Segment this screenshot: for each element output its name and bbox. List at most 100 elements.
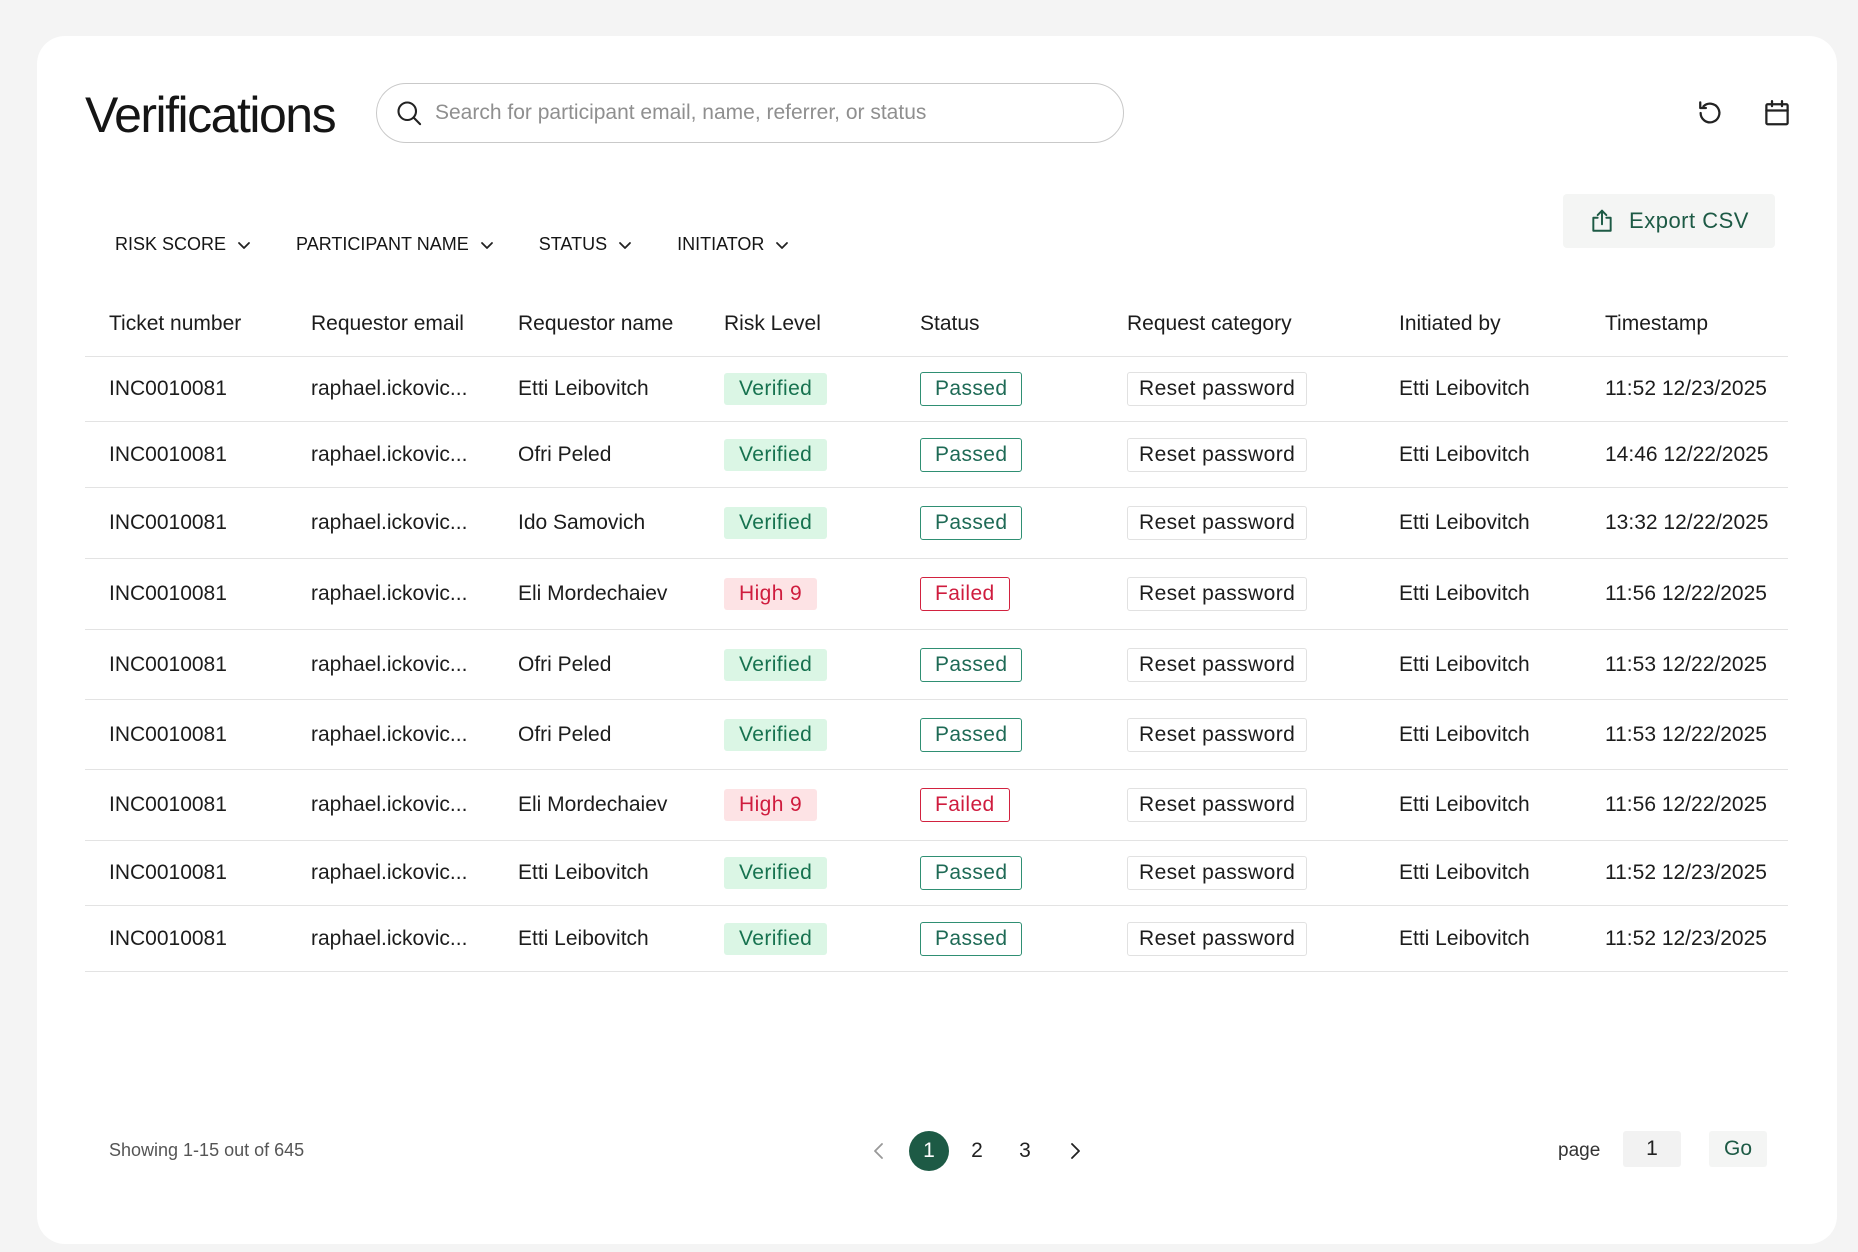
request-category-badge: Reset password [1127, 437, 1308, 472]
request-category-cell: Reset password [1127, 372, 1399, 406]
column-header-initiated-by[interactable]: Initiated by [1399, 312, 1605, 336]
calendar-button[interactable] [1758, 94, 1796, 132]
filter-label: RISK SCORE [115, 234, 227, 254]
search-box[interactable] [376, 83, 1124, 143]
ticket-number: INC0010081 [109, 652, 227, 676]
risk-level-cell: High 9 [724, 578, 920, 610]
column-header-risk-level[interactable]: Risk Level [724, 312, 920, 336]
page-2-button[interactable]: 2 [957, 1131, 997, 1171]
requestor-email: raphael.ickovic... [311, 511, 468, 534]
filter-label: STATUS [538, 234, 608, 254]
column-header-requestor-name[interactable]: Requestor name [518, 312, 724, 336]
filter-status[interactable]: STATUS [539, 234, 633, 255]
initiated-by: Etti Leibovitch [1399, 926, 1530, 950]
chevron-right-icon[interactable] [1063, 1139, 1087, 1163]
column-header-ticket-number[interactable]: Ticket number [85, 312, 311, 336]
request-category-cell: Reset password [1127, 921, 1399, 956]
timestamp: 11:52 12/23/2025 [1605, 861, 1767, 884]
filter-bar: RISK SCORE PARTICIPANT NAME STATUS INITI… [115, 234, 834, 255]
risk-level-cell: Verified [724, 507, 920, 539]
table-row[interactable]: INC0010081 raphael.ickovic... Etti Leibovi… [85, 357, 1788, 422]
status-cell: Passed [920, 437, 1127, 472]
table-row[interactable]: INC0010081 raphael.ickovic... Ofri Peled Ve… [85, 630, 1788, 700]
status-cell: Failed [920, 788, 1127, 822]
initiated-by: Etti Leibovitch [1399, 793, 1530, 816]
column-header-status[interactable]: Status [920, 312, 1127, 336]
requestor-name: Ofri Peled [518, 722, 612, 746]
export-csv-label: Export CSV [1629, 208, 1749, 233]
request-category-badge: Reset password [1127, 856, 1308, 890]
risk-level-cell: Verified [724, 922, 920, 955]
requestor-name: Etti Leibovitch [518, 377, 649, 400]
table-row[interactable]: INC0010081 raphael.ickovic... Eli Mordecha… [85, 559, 1788, 630]
requestor-email: raphael.ickovic... [311, 652, 468, 676]
search-icon [397, 101, 422, 126]
ticket-number: INC0010081 [109, 511, 227, 534]
page-number-input[interactable] [1623, 1131, 1681, 1167]
timestamp: 11:52 12/23/2025 [1605, 377, 1767, 400]
table-row[interactable]: INC0010081 raphael.ickovic... Ofri Peled Ve… [85, 700, 1788, 770]
table-row[interactable]: INC0010081 raphael.ickovic... Etti Leibovi… [85, 841, 1788, 906]
risk-level-cell: Verified [724, 373, 920, 405]
timestamp: 11:52 12/23/2025 [1605, 926, 1767, 950]
status-badge: Passed [920, 372, 1023, 406]
results-count: Showing 1-15 out of 645 [109, 1140, 305, 1160]
request-category-badge: Reset password [1127, 577, 1308, 611]
requestor-email: raphael.ickovic... [311, 582, 468, 605]
column-header-requestor-email[interactable]: Requestor email [311, 312, 518, 336]
requestor-name: Etti Leibovitch [518, 926, 649, 950]
filter-risk-score[interactable]: RISK SCORE [115, 234, 252, 255]
table-row[interactable]: INC0010081 raphael.ickovic... Eli Mordecha… [85, 770, 1788, 841]
pagination: 1 2 3 [867, 1126, 1087, 1176]
status-badge: Passed [920, 717, 1023, 752]
refresh-button[interactable] [1691, 94, 1729, 132]
risk-level-badge: High 9 [724, 578, 818, 610]
risk-level-cell: Verified [724, 857, 920, 889]
table-row[interactable]: INC0010081 raphael.ickovic... Ofri Peled Ve… [85, 422, 1788, 488]
chevron-down-icon [480, 241, 493, 249]
table-body: INC0010081 raphael.ickovic... Etti Leibovi… [85, 357, 1788, 972]
page-title: Verifications [85, 87, 337, 143]
timestamp: 11:56 12/22/2025 [1605, 582, 1767, 605]
ticket-number: INC0010081 [109, 793, 227, 816]
requestor-email: raphael.ickovic... [311, 926, 468, 950]
export-csv-button[interactable]: Export CSV [1563, 194, 1775, 248]
risk-level-badge: Verified [724, 438, 828, 471]
refresh-icon [1699, 101, 1721, 124]
requestor-name: Ofri Peled [518, 652, 612, 676]
verifications-table: Ticket number Requestor email Requestor … [85, 292, 1788, 972]
table-footer: Showing 1-15 out of 645 1 2 3 page Go [85, 1126, 1788, 1176]
status-cell: Passed [920, 921, 1127, 956]
filter-label: PARTICIPANT NAME [296, 234, 469, 254]
ticket-number: INC0010081 [109, 722, 227, 746]
filter-participant-name[interactable]: PARTICIPANT NAME [296, 234, 495, 255]
ticket-number: INC0010081 [109, 582, 227, 605]
request-category-cell: Reset password [1127, 577, 1399, 611]
go-button[interactable]: Go [1709, 1131, 1767, 1167]
search-input[interactable] [435, 101, 1115, 125]
column-header-request-category[interactable]: Request category [1127, 312, 1399, 336]
request-category-cell: Reset password [1127, 506, 1399, 540]
ticket-number: INC0010081 [109, 377, 227, 400]
column-header-timestamp[interactable]: Timestamp [1605, 312, 1788, 336]
request-category-badge: Reset password [1127, 788, 1308, 822]
requestor-name: Etti Leibovitch [518, 861, 649, 884]
timestamp: 13:32 12/22/2025 [1605, 511, 1769, 534]
risk-level-badge: Verified [724, 373, 828, 405]
status-cell: Passed [920, 717, 1127, 752]
requestor-email: raphael.ickovic... [311, 722, 468, 746]
request-category-cell: Reset password [1127, 647, 1399, 682]
filter-initiator[interactable]: INITIATOR [677, 234, 790, 255]
page-1-button[interactable]: 1 [909, 1131, 949, 1171]
ticket-number: INC0010081 [109, 861, 227, 884]
table-row[interactable]: INC0010081 raphael.ickovic... Etti Leibovi… [85, 906, 1788, 972]
chevron-left-icon[interactable] [867, 1139, 891, 1163]
status-cell: Passed [920, 856, 1127, 890]
page-label: page [1558, 1140, 1601, 1161]
request-category-badge: Reset password [1127, 372, 1308, 406]
table-row[interactable]: INC0010081 raphael.ickovic... Ido Samovich… [85, 488, 1788, 559]
page-3-button[interactable]: 3 [1005, 1131, 1045, 1171]
request-category-cell: Reset password [1127, 437, 1399, 472]
initiated-by: Etti Leibovitch [1399, 377, 1530, 400]
initiated-by: Etti Leibovitch [1399, 652, 1530, 676]
